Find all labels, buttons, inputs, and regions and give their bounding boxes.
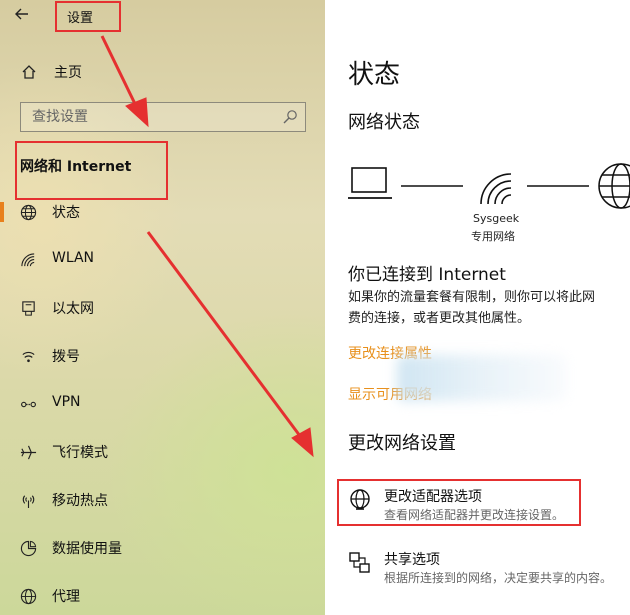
- sidebar-item-home[interactable]: 主页: [20, 58, 82, 86]
- sidebar-item-data-usage[interactable]: 数据使用量: [0, 528, 325, 568]
- blurred-overlay: [397, 355, 567, 401]
- internet-globe-icon: [598, 163, 630, 209]
- dialup-icon: [19, 347, 37, 365]
- option-title: 共享选项: [384, 552, 440, 568]
- globe-icon: [19, 587, 37, 605]
- network-diagram: [348, 163, 630, 209]
- network-name: Sysgeek: [473, 212, 520, 225]
- section-title: 网络和 Internet: [20, 159, 132, 175]
- sidebar-item-label: 飞行模式: [52, 445, 108, 461]
- laptop-icon: [348, 167, 392, 199]
- globe-icon: [19, 203, 37, 221]
- sidebar-item-wlan[interactable]: WLAN: [0, 240, 325, 280]
- sidebar-item-label: VPN: [52, 394, 81, 410]
- option-description: 根据所连接到的网络，决定要共享的内容。: [384, 571, 613, 585]
- search-input[interactable]: [21, 103, 272, 131]
- sharing-icon: [349, 552, 370, 573]
- wifi-icon: [19, 251, 37, 269]
- hotspot-icon: [19, 491, 37, 509]
- sidebar-item-dialup[interactable]: 拨号: [0, 336, 325, 376]
- sidebar-item-label: 移动热点: [52, 493, 108, 509]
- main-panel: 状态 网络状态 Sysgeek 专用网络 你已连接到 Internet 如果你的…: [325, 0, 630, 615]
- ethernet-icon: [19, 299, 37, 317]
- sidebar-item-label: 代理: [52, 589, 80, 605]
- sidebar-item-label: WLAN: [52, 250, 95, 266]
- sidebar-item-label: 拨号: [52, 349, 80, 365]
- adapter-icon: [350, 489, 370, 510]
- sidebar-item-proxy[interactable]: 代理: [0, 576, 325, 615]
- connected-heading: 你已连接到 Internet: [348, 265, 506, 285]
- airplane-icon: [19, 443, 37, 461]
- sidebar-item-label: 以太网: [52, 301, 94, 317]
- option-description: 查看网络适配器并更改连接设置。: [384, 508, 565, 522]
- connected-description: 如果你的流量套餐有限制，则你可以将此网 费的连接，或者更改其他属性。: [348, 287, 630, 329]
- sidebar-item-hotspot[interactable]: 移动热点: [0, 480, 325, 520]
- desc-line: 如果你的流量套餐有限制，则你可以将此网: [348, 290, 596, 305]
- sidebar: 设置 主页 网络和 Internet 状态 WLAN 以太网: [0, 0, 325, 615]
- desc-line: 费的连接，或者更改其他属性。: [348, 311, 531, 326]
- sidebar-item-label: 状态: [52, 205, 80, 221]
- sidebar-item-ethernet[interactable]: 以太网: [0, 288, 325, 328]
- search-box[interactable]: [20, 102, 306, 132]
- network-type: 专用网络: [471, 230, 515, 243]
- back-arrow-icon: [15, 8, 28, 20]
- vpn-icon: [19, 395, 37, 413]
- network-status-heading: 网络状态: [348, 112, 420, 133]
- sidebar-item-label: 数据使用量: [52, 541, 122, 557]
- wifi-signal-icon: [480, 173, 512, 205]
- search-icon[interactable]: [282, 109, 298, 125]
- home-icon: [20, 63, 38, 81]
- change-settings-heading: 更改网络设置: [348, 433, 456, 454]
- sidebar-item-status[interactable]: 状态: [0, 192, 325, 232]
- app-title: 设置: [67, 11, 94, 26]
- sidebar-item-airplane[interactable]: 飞行模式: [0, 432, 325, 472]
- sidebar-item-vpn[interactable]: VPN: [0, 384, 325, 424]
- sidebar-item-label: 主页: [54, 65, 82, 81]
- page-title: 状态: [348, 60, 401, 90]
- option-title: 更改适配器选项: [384, 489, 482, 505]
- data-usage-icon: [19, 539, 37, 557]
- back-button[interactable]: [14, 2, 40, 28]
